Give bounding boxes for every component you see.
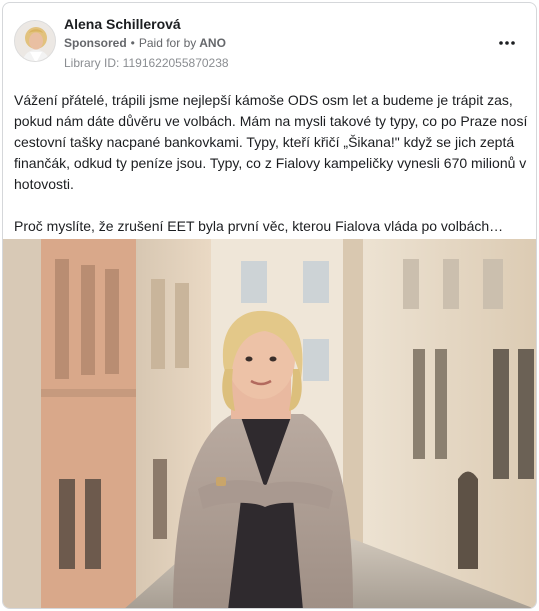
more-horizontal-icon [499, 41, 515, 45]
post-body: Vážení přátelé, trápili jsme nejlepší ká… [14, 90, 529, 237]
post-paragraph-1: Vážení přátelé, trápili jsme nejlepší ká… [14, 92, 528, 192]
post-paragraph-2: Proč myslíte, že zrušení EET byla první … [14, 218, 504, 234]
post-image[interactable] [3, 239, 536, 608]
paid-for-label: Paid for by [138, 36, 197, 50]
street-portrait-image [3, 239, 536, 608]
ad-post-card: Alena Schillerová Sponsored • Paid for b… [2, 2, 537, 609]
more-options-button[interactable] [493, 33, 521, 53]
library-id: Library ID: 1191622055870238 [64, 56, 229, 70]
avatar-portrait-image [15, 21, 55, 61]
author-name[interactable]: Alena Schillerová [64, 16, 181, 32]
sponsored-line: Sponsored • Paid for by ANO [64, 36, 226, 50]
meta-separator: • [130, 36, 135, 50]
payer-name[interactable]: ANO [199, 36, 226, 50]
sponsored-label: Sponsored [64, 36, 127, 50]
author-avatar[interactable] [14, 20, 56, 62]
